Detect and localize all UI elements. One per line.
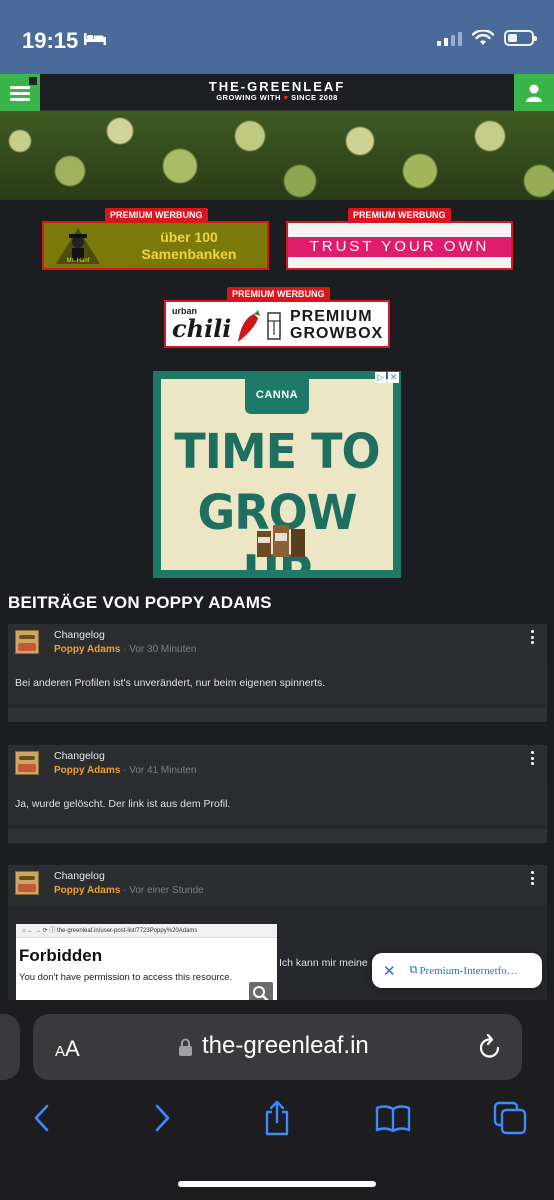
lock-icon [179,1038,192,1056]
more-options-icon[interactable] [529,630,535,644]
text-size-button[interactable]: AA [55,1036,80,1062]
svg-text:Mr. Hanf: Mr. Hanf [67,258,90,264]
ad2-text: TRUST YOUR OWN [309,238,490,255]
tabs-icon [493,1101,527,1135]
section-title: BEITRÄGE VON POPPY ADAMS [8,593,272,612]
url-text: the-greenleaf.in [202,1032,369,1059]
author-link[interactable]: Poppy Adams [54,765,120,776]
wifi-icon [472,30,494,45]
bed-icon [84,33,106,45]
previous-tab[interactable] [0,1014,20,1080]
magnify-icon[interactable] [249,982,273,1002]
more-options-icon[interactable] [529,871,535,885]
post-footer [8,829,547,843]
book-icon [375,1105,411,1132]
site-header: THE-GREENLEAF GROWING WITH ♥ SINCE 2008 [0,74,554,111]
avatar[interactable] [15,630,39,654]
post-card: Changelog Poppy Adams · Vor 41 Minuten J… [8,745,547,843]
header-banner-image [0,111,554,200]
more-options-icon[interactable] [529,751,535,765]
thread-title[interactable]: Changelog [54,870,105,882]
ad-choices[interactable]: ▷ ✕ [375,372,399,383]
growbox-icon [267,312,281,340]
premium-label: PREMIUM WERBUNG [227,287,330,301]
logo-subtitle: GROWING WITH ♥ SINCE 2008 [216,93,338,102]
tabs-button[interactable] [490,1098,530,1138]
ad3-growbox: GROWBOX [290,325,384,342]
thread-title[interactable]: Changelog [54,629,105,641]
premium-label: PREMIUM WERBUNG [348,208,451,222]
premium-popup[interactable]: ✕ ⧉ Premium-Internetfo… [372,953,542,988]
adchoices-icon[interactable]: ▷ [375,372,386,383]
devices-icon: ⧉ [409,964,418,976]
chili-pepper-icon [238,310,260,342]
status-bar: 19:15 [0,0,554,74]
browser-toolbar [0,1098,554,1142]
post-time: Vor einer Stunde [129,885,204,896]
shot-heading: Forbidden [19,946,103,965]
post-time: Vor 41 Minuten [129,765,197,776]
signal-icon [437,30,462,46]
share-icon [265,1100,289,1136]
avatar[interactable] [15,871,39,895]
ad3-premium: PREMIUM [290,308,373,325]
reload-icon[interactable] [478,1034,502,1060]
page: { "status_bar": { "time": "19:15", "icon… [0,0,554,1200]
ad-samenbanken[interactable]: Mr. Hanf über 100 Samenbanken [42,221,269,270]
ad3-chili: chili [172,314,232,343]
shot-text: You don't have permission to access this… [19,972,233,983]
post-body: Ja, wurde gelöscht. Der link ist aus dem… [8,785,547,825]
post-body: Bei anderen Profilen ist's unverändert, … [8,664,547,704]
popup-text: Premium-Internetfo… [419,964,518,977]
canna-logo: CANNA [245,379,309,414]
author-link[interactable]: Poppy Adams [54,885,120,896]
chevron-left-icon [34,1104,49,1132]
post-footer [8,708,547,722]
ad-trust-your-own[interactable]: TRUST YOUR OWN [286,221,513,270]
ad1-line2: Samenbanken [141,246,237,262]
close-ad-icon[interactable]: ✕ [388,372,399,383]
share-button[interactable] [257,1098,297,1138]
user-button[interactable] [514,74,554,111]
heart-icon: ♥ [283,93,289,102]
mascot-icon: Mr. Hanf [56,228,100,264]
premium-label: PREMIUM WERBUNG [105,208,208,222]
forward-button[interactable] [142,1098,182,1138]
back-button[interactable] [22,1098,62,1138]
close-icon[interactable]: ✕ [383,962,396,980]
shot-url: the-greenleaf.in/user-post-list/7723Popp… [57,928,198,934]
ad1-line1: über 100 [160,229,218,245]
user-icon [526,84,542,102]
bookmarks-button[interactable] [373,1098,413,1138]
chevron-right-icon [155,1104,170,1132]
home-indicator[interactable] [178,1181,376,1187]
post-card: Changelog Poppy Adams · Vor 30 Minuten B… [8,624,547,722]
avatar[interactable] [15,751,39,775]
ad-urban-chili[interactable]: urban chili PREMIUM GROWBOX [164,300,390,348]
thread-title[interactable]: Changelog [54,750,105,762]
product-bottles-image [257,525,305,557]
post-body: Ich kann mir meine [279,957,368,969]
status-time: 19:15 [22,28,79,53]
canna-line1: TIME TO [174,422,380,480]
post-time: Vor 30 Minuten [129,644,197,655]
author-link[interactable]: Poppy Adams [54,644,120,655]
address-bar[interactable]: AA the-greenleaf.in [33,1014,522,1080]
site-logo[interactable]: THE-GREENLEAF GROWING WITH ♥ SINCE 2008 [0,80,554,103]
ad-canna[interactable]: CANNA TIME TO GROW UP ▷ ✕ [153,371,401,578]
embedded-screenshot[interactable]: ⌂ ← → ⟳ ⓘ the-greenleaf.in/user-post-lis… [16,924,277,1002]
logo-title: THE-GREENLEAF [208,79,346,94]
battery-icon [504,30,537,46]
browser-chrome: AA the-greenleaf.in [0,1000,554,1200]
